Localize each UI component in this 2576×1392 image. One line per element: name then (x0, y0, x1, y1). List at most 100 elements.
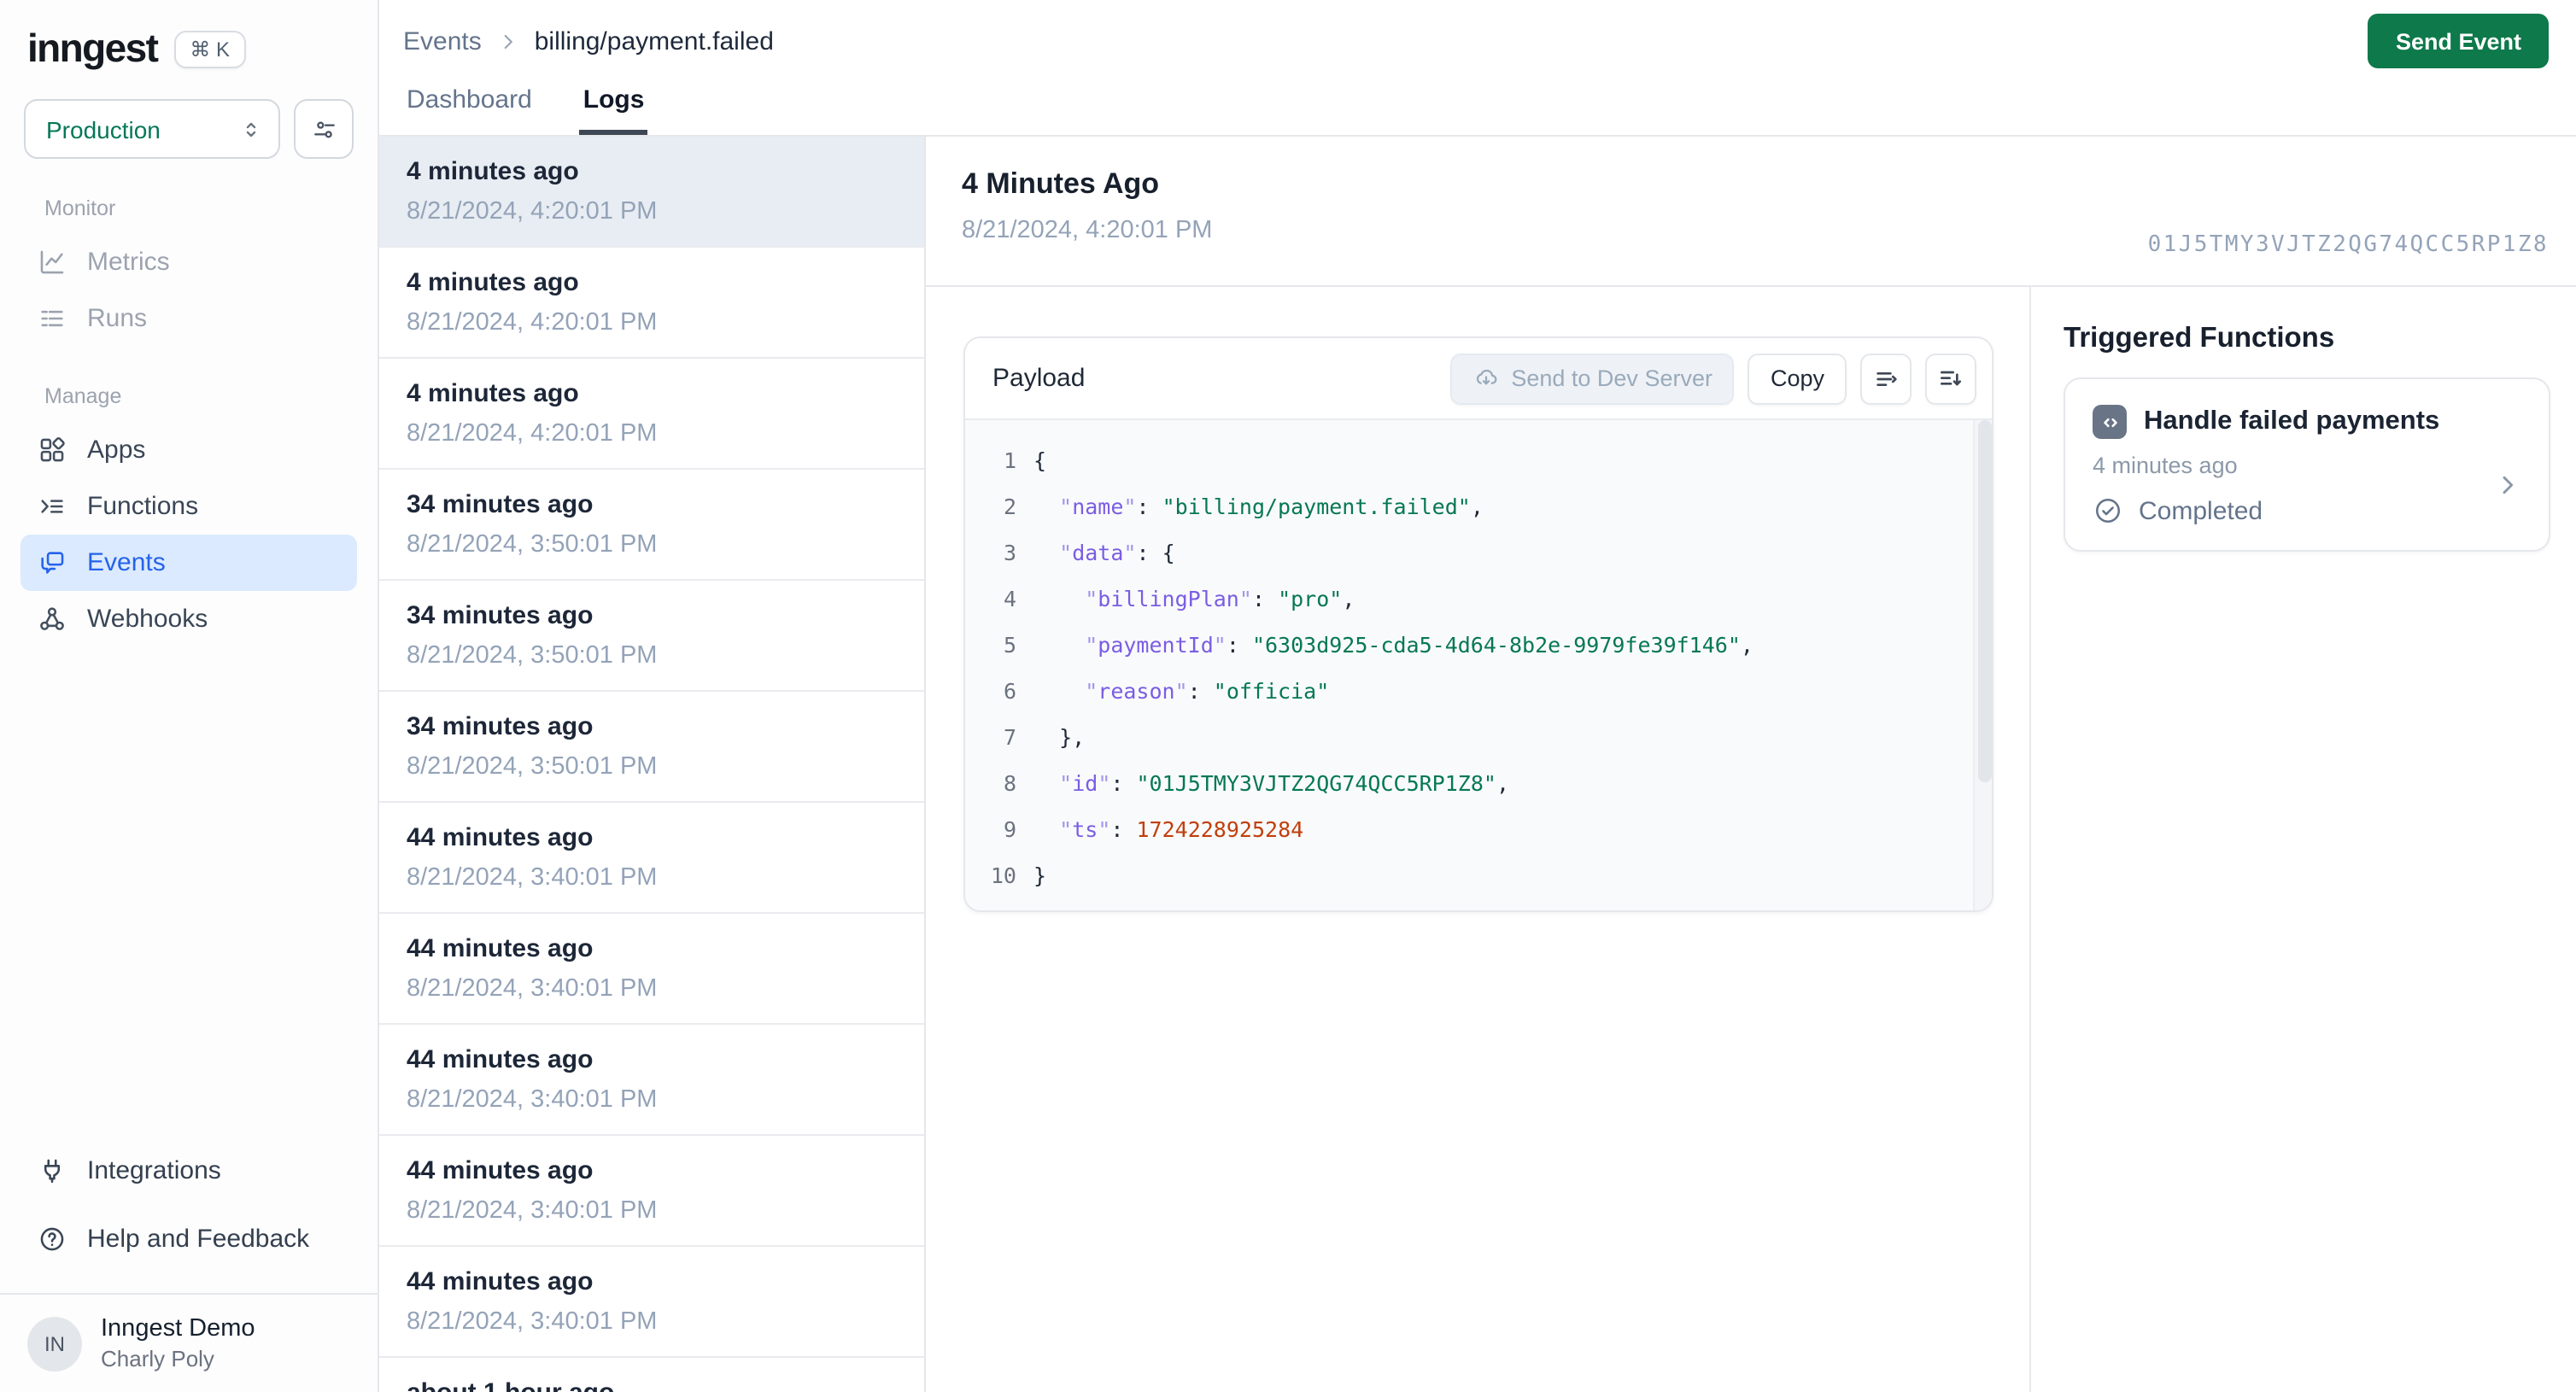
breadcrumb: Events billing/payment.failed (379, 0, 2576, 56)
code-line: 2 "name": "billing/payment.failed", (965, 483, 1992, 529)
event-timestamp: 8/21/2024, 3:40:01 PM (407, 1086, 658, 1114)
event-list-item[interactable]: 4 minutes ago 8/21/2024, 4:20:01 PM (379, 137, 924, 248)
function-status: Completed (2139, 496, 2263, 525)
app-root: inngest ⌘ K Production Monitor Metrics Run… (0, 0, 2576, 1392)
line-number: 3 (1003, 540, 1016, 565)
nav-section-label: Manage (44, 384, 122, 408)
event-relative-time: 34 minutes ago (407, 490, 594, 519)
content: 4 minutes ago 8/21/2024, 4:20:01 PM 4 minu… (379, 137, 2576, 1392)
code-line: 9 "ts": 1724228925284 (965, 806, 1992, 852)
word-wrap-button[interactable] (1860, 353, 1912, 404)
user-name: Charly Poly (101, 1346, 214, 1372)
event-relative-time: 34 minutes ago (407, 601, 594, 630)
tab-dashboard[interactable]: Dashboard (403, 85, 536, 135)
sidebar-item-help-and-feedback[interactable]: Help and Feedback (20, 1204, 357, 1272)
line-number: 5 (1003, 632, 1016, 658)
line-number: 10 (990, 863, 1016, 888)
event-relative-time: about 1 hour ago (407, 1378, 897, 1392)
send-event-button[interactable]: Send Event (2368, 14, 2549, 68)
org-name: Inngest Demo (101, 1315, 255, 1342)
payload-card: Payload Send to Dev Server Copy 1 {2 "n… (963, 336, 1993, 912)
code-scrollbar[interactable] (1973, 420, 1992, 910)
sidebar-item-integrations[interactable]: Integrations (20, 1136, 357, 1204)
apps-grid-icon (38, 436, 67, 465)
sidebar-item-label: Metrics (87, 248, 170, 277)
environment-row: Production (24, 99, 354, 159)
event-list-item[interactable]: 34 minutes ago 8/21/2024, 3:50:01 PM (379, 581, 924, 692)
chevron-right-icon (497, 31, 519, 53)
sidebar-item-webhooks[interactable]: Webhooks (20, 591, 357, 647)
event-list-item[interactable]: 44 minutes ago 8/21/2024, 3:40:01 PM (379, 1025, 924, 1136)
sidebar-item-functions[interactable]: Functions (20, 478, 357, 535)
cloud-download-icon (1472, 365, 1499, 392)
event-list-item[interactable]: about 1 hour ago (379, 1358, 924, 1392)
sidebar-item-events[interactable]: Events (20, 535, 357, 591)
breadcrumb-events[interactable]: Events (403, 27, 482, 56)
event-timestamp: 8/21/2024, 4:20:01 PM (407, 420, 658, 447)
payload-code: 1{2 "name": "billing/payment.failed", 3 "… (965, 420, 1992, 910)
environment-settings-button[interactable] (294, 99, 354, 159)
event-list-item[interactable]: 4 minutes ago 8/21/2024, 4:20:01 PM (379, 359, 924, 470)
event-relative-time: 34 minutes ago (407, 712, 594, 741)
command-k-shortcut[interactable]: ⌘ K (174, 30, 246, 67)
event-relative-time: 44 minutes ago (407, 934, 594, 963)
send-to-dev-server-label: Send to Dev Server (1511, 366, 1712, 391)
sidebar-item-label: Integrations (87, 1155, 221, 1184)
event-timestamp: 8/21/2024, 4:20:01 PM (407, 309, 658, 336)
expand-lines-button[interactable] (1925, 353, 1976, 404)
event-list-item[interactable]: 4 minutes ago 8/21/2024, 4:20:01 PM (379, 248, 924, 359)
sidebar-item-apps[interactable]: Apps (20, 422, 357, 478)
plug-icon (38, 1155, 67, 1184)
code-line: 5 "paymentId": "6303d925-cda5-4d64-8b2e-… (965, 622, 1992, 668)
sidebar-item-runs[interactable]: Runs (20, 290, 357, 347)
sidebar-footer: Integrations Help and Feedback IN Inngest… (0, 1136, 378, 1392)
event-relative-time: 44 minutes ago (407, 1045, 594, 1074)
tab-bar: Dashboard Logs (403, 85, 648, 135)
event-list-item[interactable]: 44 minutes ago 8/21/2024, 3:40:01 PM (379, 1247, 924, 1358)
event-list-item[interactable]: 44 minutes ago 8/21/2024, 3:40:01 PM (379, 1136, 924, 1247)
code-line: 8 "id": "01J5TMY3VJTZ2QG74QCC5RP1Z8", (965, 760, 1992, 806)
sidebar-item-label: Runs (87, 304, 148, 333)
user-menu[interactable]: IN Inngest Demo Charly Poly (0, 1295, 378, 1392)
event-list: 4 minutes ago 8/21/2024, 4:20:01 PM 4 minu… (379, 137, 926, 1392)
line-number: 1 (1003, 447, 1016, 473)
chart-line-icon (38, 248, 67, 277)
check-circle-icon (2093, 495, 2123, 526)
sidebar-item-label: Apps (87, 436, 146, 465)
event-list-item[interactable]: 44 minutes ago 8/21/2024, 3:40:01 PM (379, 803, 924, 914)
code-scrollbar-thumb[interactable] (1977, 420, 1991, 783)
event-timestamp: 8/21/2024, 3:50:01 PM (407, 642, 658, 670)
event-timestamp: 8/21/2024, 3:50:01 PM (407, 753, 658, 781)
sidebar-item-label: Help and Feedback (87, 1224, 310, 1253)
tab-logs[interactable]: Logs (579, 85, 648, 135)
breadcrumb-current: billing/payment.failed (534, 27, 774, 56)
chevron-right-icon[interactable] (2494, 471, 2521, 499)
environment-selector[interactable]: Production (24, 99, 280, 159)
event-list-item[interactable]: 44 minutes ago 8/21/2024, 3:40:01 PM (379, 914, 924, 1025)
line-number: 7 (1003, 724, 1016, 750)
detail-body: Payload Send to Dev Server Copy 1 {2 "n… (926, 287, 2576, 1392)
copy-button[interactable]: Copy (1748, 353, 1847, 404)
line-number: 9 (1003, 816, 1016, 842)
sidebar-item-metrics[interactable]: Metrics (20, 234, 357, 290)
payload-header: Payload Send to Dev Server Copy (965, 338, 1992, 420)
event-list-item[interactable]: 34 minutes ago 8/21/2024, 3:50:01 PM (379, 692, 924, 803)
code-line: 4 "billingPlan": "pro", (965, 576, 1992, 622)
triggered-function-card[interactable]: Handle failed payments 4 minutes ago Com… (2064, 377, 2550, 552)
sidebar-nav: Monitor Metrics Runs Manage Apps Functions Eve… (0, 159, 378, 647)
webhook-icon (38, 605, 67, 634)
send-to-dev-server-button[interactable]: Send to Dev Server (1449, 353, 1735, 404)
code-icon (2093, 405, 2127, 439)
sidebar-item-label: Functions (87, 492, 199, 521)
event-relative-time: 4 minutes ago (407, 268, 579, 297)
code-line: 3 "data": { (965, 529, 1992, 576)
inngest-logo[interactable]: inngest (27, 26, 159, 72)
detail-title: 4 Minutes Ago (962, 167, 1160, 200)
runs-list-icon (38, 304, 67, 333)
wrap-lines-arrow-right-icon (1872, 365, 1900, 392)
code-line: 6 "reason": "officia" (965, 668, 1992, 714)
line-number: 6 (1003, 678, 1016, 704)
event-list-item[interactable]: 34 minutes ago 8/21/2024, 3:50:01 PM (379, 470, 924, 581)
sidebar-item-label: Webhooks (87, 605, 208, 634)
line-number: 4 (1003, 586, 1016, 611)
